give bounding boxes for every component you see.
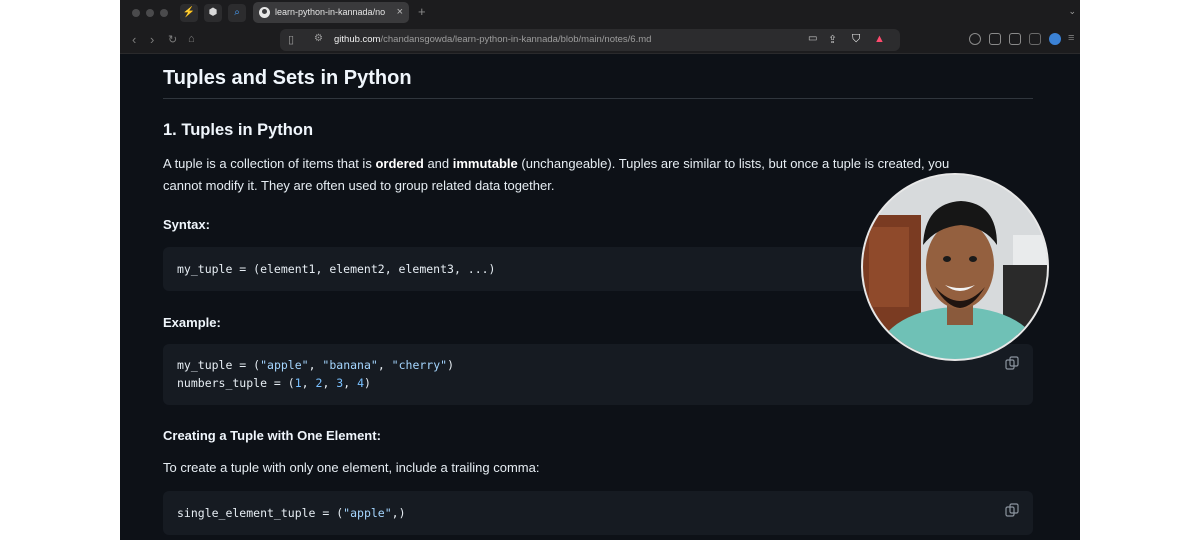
url-path: /chandansgowda/learn-python-in-kannada/b… <box>380 34 652 45</box>
browser-window: ⚡ ⬢ ⌕ learn-python-in-kannada/no × + ⌄ ‹… <box>120 0 1080 540</box>
close-window-button[interactable] <box>132 9 140 17</box>
code-string: "apple" <box>343 506 392 520</box>
intro-text: and <box>423 156 453 171</box>
new-tab-button[interactable]: + <box>418 4 426 19</box>
sidebar-icon[interactable] <box>989 33 1001 45</box>
intro-text: (unchangeable). Tuples are similar to li… <box>517 156 950 171</box>
code-string: "cherry" <box>391 358 448 372</box>
code-token: , <box>343 376 358 390</box>
code-block-one-element: single_element_tuple = ("apple",) <box>163 491 1033 535</box>
tab-active[interactable]: learn-python-in-kannada/no × <box>253 2 409 23</box>
code-token: , <box>322 376 337 390</box>
syntax-heading: Syntax: <box>163 217 210 232</box>
back-icon[interactable]: ‹ <box>132 32 136 47</box>
rewards-icon[interactable]: ▲ <box>874 33 885 45</box>
code-token: my_tuple = ( <box>177 358 261 372</box>
tab-strip: ⚡ ⬢ ⌕ learn-python-in-kannada/no × + ⌄ <box>120 0 1080 26</box>
code-number: 1 <box>294 376 302 390</box>
profile-avatar[interactable] <box>1049 33 1061 45</box>
one-element-paragraph: To create a tuple with only one element,… <box>163 460 540 475</box>
code-string: "banana" <box>322 358 378 372</box>
github-icon <box>259 7 270 18</box>
forward-icon[interactable]: › <box>150 32 154 47</box>
pinned-tab-icon[interactable]: ⚡ <box>180 4 198 22</box>
maximize-window-button[interactable] <box>160 9 168 17</box>
tab-close-button[interactable]: × <box>397 2 403 23</box>
code-token: , <box>308 358 323 372</box>
copy-icon[interactable] <box>1005 503 1019 517</box>
tab-title: learn-python-in-kannada/no <box>275 7 386 17</box>
code-text: single_element_tuple = ("apple",) <box>177 504 406 522</box>
code-token: ) <box>447 358 454 372</box>
menu-icon[interactable]: ≡ <box>1068 32 1074 44</box>
chevron-down-icon[interactable]: ⌄ <box>1068 6 1076 17</box>
browser-toolbar: ‹ › ↻ ⌂ ▯ ⚙ github.com/chandansgowda/lea… <box>120 26 1080 54</box>
intro-line-1: A tuple is a collection of items that is… <box>163 153 949 175</box>
example-heading: Example: <box>163 315 221 330</box>
minimize-window-button[interactable] <box>146 9 154 17</box>
pinned-tab-icon[interactable]: ⬢ <box>204 4 222 22</box>
bookmark-icon[interactable]: ▯ <box>288 33 294 46</box>
wallet-icon[interactable] <box>1009 33 1021 45</box>
one-element-heading: Creating a Tuple with One Element: <box>163 428 381 443</box>
bold-ordered: ordered <box>375 156 424 171</box>
share-icon[interactable]: ⇪ <box>828 33 837 46</box>
extensions-icon[interactable] <box>1029 33 1041 45</box>
bold-immutable: immutable <box>452 156 518 171</box>
code-number: 4 <box>357 376 365 390</box>
address-bar[interactable]: ▯ ⚙ github.com/chandansgowda/learn-pytho… <box>280 29 900 51</box>
code-token: ) <box>364 376 371 390</box>
reload-icon[interactable]: ↻ <box>168 33 177 46</box>
code-token: , <box>301 376 316 390</box>
title-divider <box>163 98 1033 99</box>
code-token: ,) <box>391 506 406 520</box>
sync-icon[interactable] <box>969 33 981 45</box>
section-heading: 1. Tuples in Python <box>163 121 314 139</box>
copy-icon[interactable] <box>1005 356 1019 370</box>
url-host: github.com <box>334 34 381 45</box>
webcam-overlay <box>861 173 1049 361</box>
page-title: Tuples and Sets in Python <box>163 67 412 89</box>
intro-paragraph: A tuple is a collection of items that is… <box>163 153 949 197</box>
url-text[interactable]: github.com/chandansgowda/learn-python-in… <box>334 34 651 45</box>
home-icon[interactable]: ⌂ <box>188 33 195 45</box>
code-token: , <box>377 358 392 372</box>
code-string: "apple" <box>260 358 309 372</box>
shield-icon[interactable]: ⛉ <box>852 33 860 46</box>
code-token: numbers_tuple = ( <box>177 376 295 390</box>
code-text: my_tuple = (element1, element2, element3… <box>177 262 496 276</box>
code-block-example: my_tuple = ("apple", "banana", "cherry")… <box>163 344 1033 405</box>
code-token: single_element_tuple = ( <box>177 506 344 520</box>
intro-text: A tuple is a collection of items that is <box>163 156 376 171</box>
search-icon[interactable]: ⌕ <box>228 4 246 22</box>
site-info-icon[interactable]: ⚙ <box>314 33 323 44</box>
code-text: my_tuple = ("apple", "banana", "cherry")… <box>177 356 454 392</box>
cast-icon[interactable]: ▭ <box>808 33 817 44</box>
presenter-video <box>863 175 1047 359</box>
intro-line-2: cannot modify it. They are often used to… <box>163 178 555 193</box>
